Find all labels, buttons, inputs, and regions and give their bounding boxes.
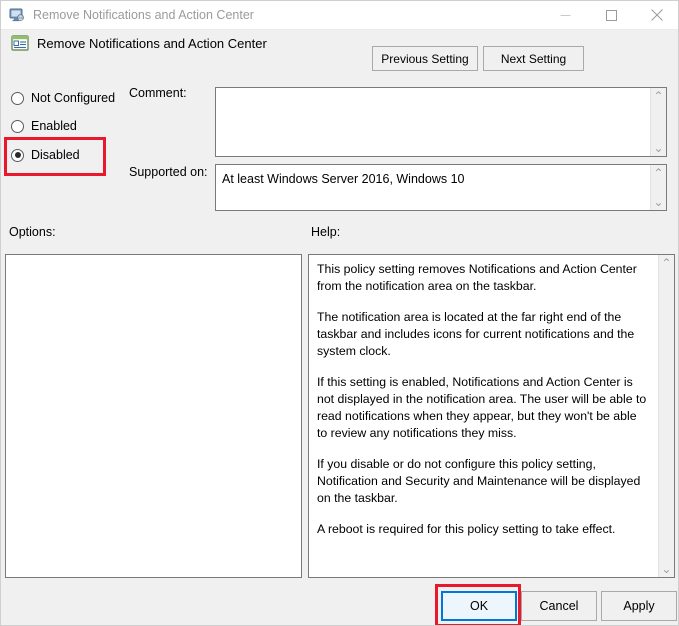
supported-on-label: Supported on:: [129, 165, 208, 179]
help-paragraph: This policy setting removes Notification…: [317, 262, 637, 293]
supported-on-scrollbar[interactable]: ⌃ ⌄: [650, 165, 666, 210]
radio-disabled[interactable]: Disabled: [11, 146, 80, 164]
radio-circle-disabled[interactable]: [11, 148, 24, 162]
help-paragraph: If this setting is enabled, Notification…: [317, 374, 647, 440]
comment-input[interactable]: ⌃ ⌄: [215, 87, 667, 157]
next-setting-button[interactable]: Next Setting: [483, 46, 584, 71]
help-label: Help:: [311, 225, 341, 239]
comment-input-value[interactable]: [216, 88, 650, 156]
cancel-button[interactable]: Cancel: [521, 591, 597, 621]
help-paragraph: The notification area is located at the …: [317, 309, 635, 358]
group-policy-setting-dialog: Remove Notifications and Action Center R…: [0, 0, 679, 626]
comment-scrollbar[interactable]: ⌃ ⌄: [650, 88, 666, 156]
title-bar: Remove Notifications and Action Center: [1, 1, 678, 29]
chevron-up-icon[interactable]: ⌃: [653, 167, 663, 179]
chevron-up-icon[interactable]: ⌃: [653, 90, 663, 102]
help-scrollbar[interactable]: ⌃ ⌄: [658, 255, 674, 577]
window-title: Remove Notifications and Action Center: [33, 8, 254, 22]
maximize-icon[interactable]: [588, 1, 634, 29]
radio-circle-not-configured[interactable]: [11, 91, 24, 105]
help-panel: This policy setting removes Notification…: [308, 254, 675, 578]
supported-on-field: At least Windows Server 2016, Windows 10…: [215, 164, 667, 211]
chevron-down-icon[interactable]: ⌄: [661, 563, 671, 575]
help-paragraph: If you disable or do not configure this …: [317, 456, 641, 505]
help-text: This policy setting removes Notification…: [309, 255, 658, 577]
radio-label-enabled: Enabled: [31, 119, 77, 133]
options-panel[interactable]: [5, 254, 302, 578]
previous-setting-button[interactable]: Previous Setting: [372, 46, 478, 71]
computer-monitor-icon: [9, 7, 25, 23]
apply-button[interactable]: Apply: [601, 591, 677, 621]
setting-title: Remove Notifications and Action Center: [37, 35, 267, 51]
chevron-down-icon[interactable]: ⌄: [653, 196, 663, 208]
comment-label: Comment:: [129, 86, 187, 100]
policy-window-icon: [11, 34, 29, 52]
close-icon[interactable]: [634, 1, 678, 29]
radio-circle-enabled[interactable]: [11, 119, 24, 133]
minimize-icon[interactable]: [542, 1, 588, 29]
help-paragraph: A reboot is required for this policy set…: [317, 521, 616, 536]
radio-not-configured[interactable]: Not Configured: [11, 89, 115, 107]
radio-label-not-configured: Not Configured: [31, 91, 116, 105]
radio-label-disabled: Disabled: [31, 148, 80, 162]
chevron-down-icon[interactable]: ⌄: [653, 142, 663, 154]
supported-on-value: At least Windows Server 2016, Windows 10: [222, 172, 465, 186]
chevron-up-icon[interactable]: ⌃: [661, 257, 671, 269]
ok-button[interactable]: OK: [441, 591, 517, 621]
options-label: Options:: [9, 225, 56, 239]
radio-enabled[interactable]: Enabled: [11, 117, 77, 135]
